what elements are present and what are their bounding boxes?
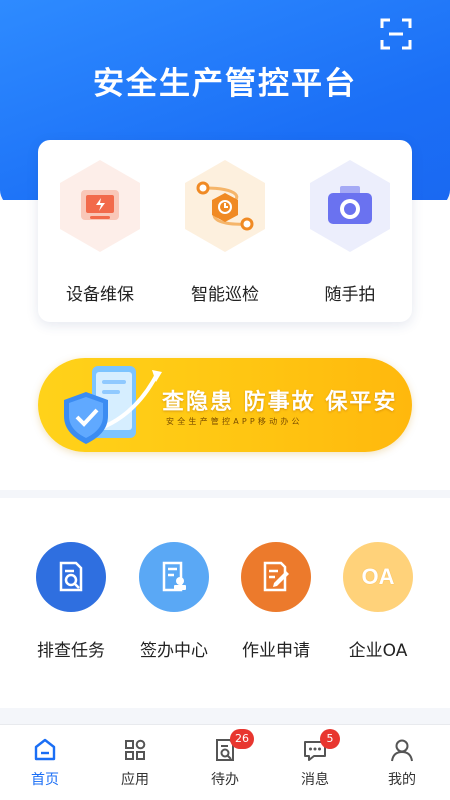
camera-icon xyxy=(310,160,390,252)
function-sign-center[interactable]: 签办中心 xyxy=(124,542,224,661)
tab-icon-wrap xyxy=(389,737,415,763)
todo-count-badge: 26 xyxy=(230,729,254,749)
tab-icon-wrap xyxy=(32,737,58,763)
promo-banner[interactable]: 查隐患 防事故 保平安 安全生产管控APP移动办公 xyxy=(38,358,412,452)
quick-action-label: 智能巡检 xyxy=(191,285,259,305)
tab-icon-wrap: 5 xyxy=(302,729,340,763)
equipment-maintenance-icon xyxy=(60,160,140,252)
tab-apps[interactable]: 应用 xyxy=(95,737,175,789)
function-icon-circle xyxy=(36,542,106,612)
function-label: 排查任务 xyxy=(37,641,105,661)
home-icon xyxy=(34,738,56,761)
sign-document-icon xyxy=(162,561,186,592)
function-icon-circle xyxy=(241,542,311,612)
bottom-tab-bar: 首页 应用 26 待办 5 消息 我的 xyxy=(0,724,450,800)
patrol-route-icon xyxy=(185,160,265,252)
tab-todo[interactable]: 26 待办 xyxy=(185,729,265,789)
page-title: 安全生产管控平台 xyxy=(93,66,357,102)
tab-label: 消息 xyxy=(301,772,329,788)
tab-messages[interactable]: 5 消息 xyxy=(275,729,355,789)
tab-icon-wrap: 26 xyxy=(212,729,254,763)
banner-title: 查隐患 防事故 保平安 xyxy=(162,390,398,415)
profile-icon xyxy=(391,739,413,762)
tab-home[interactable]: 首页 xyxy=(5,737,85,789)
function-icon-circle xyxy=(139,542,209,612)
quick-action-snapshot[interactable]: 随手拍 xyxy=(295,158,405,308)
tab-label: 我的 xyxy=(388,772,416,788)
function-icon-circle: OA xyxy=(343,542,413,612)
scan-icon xyxy=(380,18,412,50)
tab-icon-wrap xyxy=(122,737,148,763)
function-inspection-task[interactable]: 排查任务 xyxy=(21,542,121,661)
oa-icon: OA xyxy=(361,564,395,589)
tab-label: 应用 xyxy=(121,772,149,788)
function-label: 签办中心 xyxy=(140,641,208,661)
function-label: 企业OA xyxy=(348,641,408,661)
shield-phone-illustration xyxy=(64,366,162,444)
apps-grid-icon xyxy=(125,739,146,760)
inspection-task-icon xyxy=(59,561,83,592)
banner-subtitle: 安全生产管控APP移动办公 xyxy=(166,417,303,426)
function-enterprise-oa[interactable]: OA 企业OA xyxy=(328,542,428,661)
quick-actions-card: 设备维保 智能巡检 随手拍 xyxy=(38,140,412,322)
work-application-icon xyxy=(263,561,289,592)
message-count-badge: 5 xyxy=(320,729,340,749)
tab-label: 待办 xyxy=(211,772,239,788)
quick-action-smart-patrol[interactable]: 智能巡检 xyxy=(170,158,280,308)
tab-profile[interactable]: 我的 xyxy=(362,737,442,789)
tab-label: 首页 xyxy=(31,772,59,788)
quick-action-label: 设备维保 xyxy=(66,285,134,305)
function-label: 作业申请 xyxy=(242,641,310,661)
scan-button[interactable] xyxy=(380,18,412,50)
quick-action-equipment-maintenance[interactable]: 设备维保 xyxy=(45,158,155,308)
functions-section: 排查任务 签办中心 作业申请 OA 企业OA xyxy=(0,498,450,708)
function-work-application[interactable]: 作业申请 xyxy=(226,542,326,661)
quick-action-label: 随手拍 xyxy=(324,285,376,305)
